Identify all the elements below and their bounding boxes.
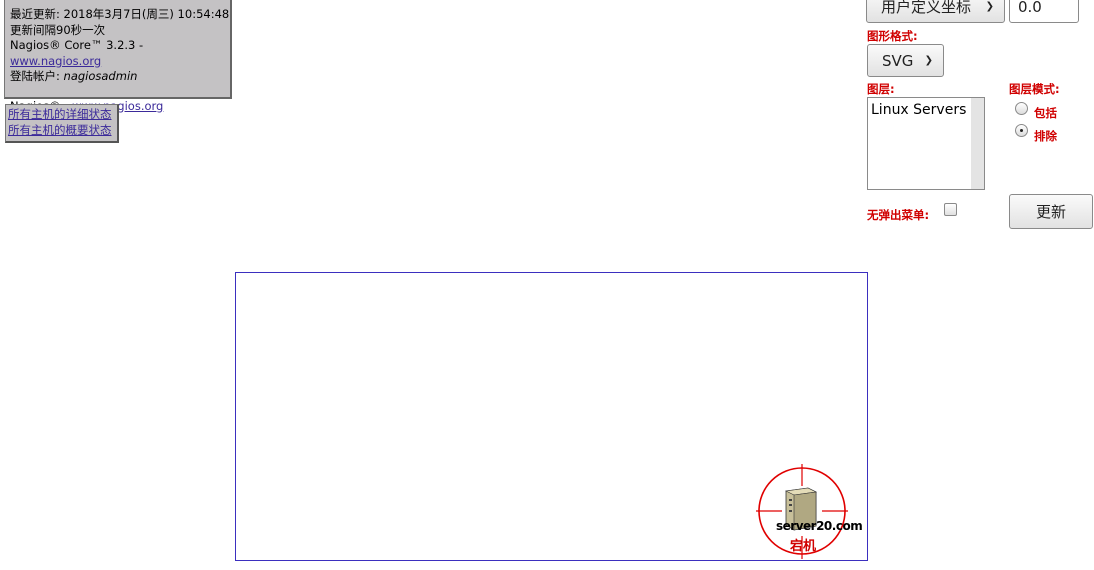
login-user: nagiosadmin (63, 69, 138, 83)
scale-input[interactable]: 0.0 (1009, 0, 1079, 23)
scale-value: 0.0 (1018, 0, 1042, 16)
layers-listbox[interactable]: Linux Servers (867, 97, 985, 190)
status-links: 所有主机的详细状态 所有主机的概要状态 (5, 104, 119, 143)
update-button-label: 更新 (1035, 203, 1066, 221)
image-format-select[interactable]: SVG ❯ (867, 44, 944, 77)
layout-select-value: 用户定义坐标 (881, 0, 972, 16)
host-state: 宕机 (790, 539, 817, 554)
core-version-text: Nagios® Core™ 3.2.3 - (10, 38, 144, 52)
all-hosts-detail-link[interactable]: 所有主机的详细状态 (8, 107, 117, 123)
all-hosts-summary-link[interactable]: 所有主机的概要状态 (8, 123, 117, 139)
no-popups-label: 无弹出菜单: (867, 208, 930, 222)
chevron-down-icon: ❯ (985, 1, 994, 12)
image-format-value: SVG (882, 51, 914, 70)
layer-mode-label: 图层模式: (1009, 82, 1060, 96)
no-popups-checkbox[interactable] (944, 203, 957, 216)
layer-mode-exclude-radio[interactable] (1015, 124, 1028, 137)
image-format-label: 图形格式: (867, 29, 918, 43)
layer-mode-include-label: 包括 (1034, 106, 1057, 120)
login-account: 登陆帐户: nagiosadmin (10, 69, 230, 85)
layer-option[interactable]: Linux Servers (868, 98, 984, 118)
layers-label: 图层: (867, 82, 895, 96)
last-updated: 最近更新: 2018年3月7日(周三) 10:54:48 (10, 7, 230, 21)
layout-select[interactable]: 用户定义坐标 ❯ (866, 0, 1005, 23)
layers-scrollbar[interactable] (971, 98, 984, 189)
info-panel: 最近更新: 2018年3月7日(周三) 10:54:48 更新间隔90秒一次 N… (4, 0, 232, 113)
layer-mode-exclude-label: 排除 (1034, 129, 1057, 143)
login-label: 登陆帐户: (10, 69, 64, 83)
layer-mode-include-radio[interactable] (1015, 102, 1028, 115)
core-nagios-link[interactable]: www.nagios.org (10, 54, 101, 68)
update-button[interactable]: 更新 (1009, 194, 1093, 229)
host-name: server20.com (776, 519, 863, 533)
chevron-down-icon: ❯ (924, 55, 933, 66)
refresh-interval: 更新间隔90秒一次 (10, 22, 106, 37)
core-version: Nagios® Core™ 3.2.3 - www.nagios.org (10, 38, 230, 69)
